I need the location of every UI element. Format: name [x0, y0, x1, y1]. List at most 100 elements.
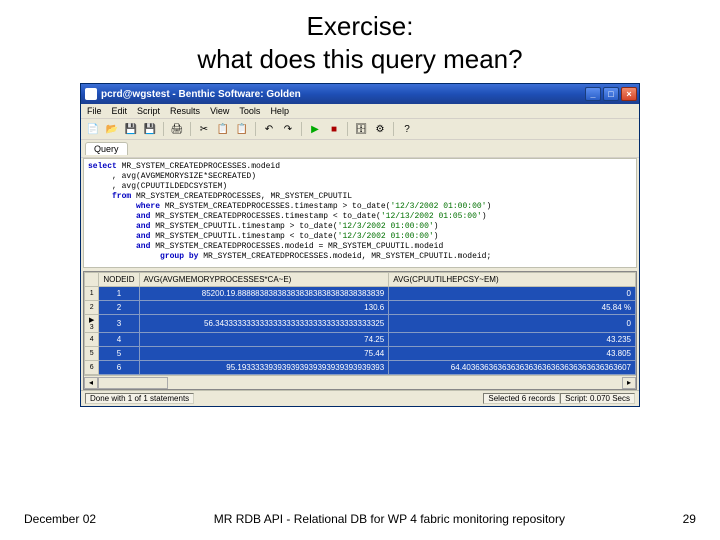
- app-window: pcrd@wgstest - Benthic Software: Golden …: [80, 83, 640, 407]
- sql-kw: and: [88, 242, 155, 251]
- menu-tools[interactable]: Tools: [239, 106, 260, 116]
- cut-icon[interactable]: ✂: [196, 121, 212, 137]
- new-icon[interactable]: 📄: [85, 121, 101, 137]
- row-indicator: 5: [85, 347, 99, 361]
- cell[interactable]: 56.3433333333333333333333333333333333332…: [139, 315, 389, 333]
- window-title: pcrd@wgstest - Benthic Software: Golden: [101, 89, 585, 100]
- sql-text: ): [486, 202, 491, 211]
- undo-icon[interactable]: ↶: [261, 121, 277, 137]
- cell[interactable]: 45.84 %: [389, 301, 636, 315]
- sql-kw: from: [88, 192, 136, 201]
- stop-icon[interactable]: ■: [326, 121, 342, 137]
- sql-kw: and: [88, 212, 155, 221]
- toolbar-separator: [190, 122, 191, 136]
- cell[interactable]: 95.193333393939393939393939393939393: [139, 361, 389, 375]
- cell[interactable]: 85200.19.8888838383838383838383838383838…: [139, 287, 389, 301]
- scroll-left-button[interactable]: ◂: [84, 377, 98, 389]
- sql-text: MR_SYSTEM_CREATEDPROCESSES, MR_SYSTEM_CP…: [136, 192, 352, 201]
- help-icon[interactable]: ?: [399, 121, 415, 137]
- table-row[interactable]: 6695.19333339393939393939393939393939364…: [85, 361, 636, 375]
- sql-text: MR_SYSTEM_CREATEDPROCESSES.timestamp < t…: [155, 212, 381, 221]
- sql-text: MR_SYSTEM_CPUUTIL.timestamp < to_date(: [155, 232, 337, 241]
- save-icon[interactable]: 💾: [123, 121, 139, 137]
- scroll-right-button[interactable]: ▸: [622, 377, 636, 389]
- results-grid[interactable]: NODEID AVG(AVGMEMORYPROCESSES*CA~E) AVG(…: [83, 271, 637, 390]
- query-tab[interactable]: Query: [85, 142, 128, 155]
- paste-icon[interactable]: 📋: [234, 121, 250, 137]
- table-row[interactable]: 22130.645.84 %: [85, 301, 636, 315]
- cell[interactable]: 64.4036363636363636363636363636363636360…: [389, 361, 636, 375]
- cell[interactable]: 74.25: [139, 333, 389, 347]
- cell[interactable]: 5: [99, 347, 139, 361]
- menu-results[interactable]: Results: [170, 106, 200, 116]
- table-row[interactable]: 4474.2543.235: [85, 333, 636, 347]
- menu-view[interactable]: View: [210, 106, 229, 116]
- maximize-button[interactable]: □: [603, 87, 619, 101]
- corner-cell[interactable]: [85, 273, 99, 287]
- col-avgcpu[interactable]: AVG(CPUUTILHEPCSY~EM): [389, 273, 636, 287]
- minimize-button[interactable]: _: [585, 87, 601, 101]
- close-button[interactable]: ×: [621, 87, 637, 101]
- status-timing: Script: 0.070 Secs: [560, 393, 635, 404]
- slide-title: Exercise: what does this query mean?: [0, 0, 720, 83]
- sql-str: '12/13/2002 01:05:00': [381, 212, 482, 221]
- query-tabs-row: Query: [81, 140, 639, 158]
- cell[interactable]: 43.805: [389, 347, 636, 361]
- table-row[interactable]: 5575.4443.805: [85, 347, 636, 361]
- cell[interactable]: 43.235: [389, 333, 636, 347]
- row-indicator: 4: [85, 333, 99, 347]
- row-indicator: 6: [85, 361, 99, 375]
- cell[interactable]: 130.6: [139, 301, 389, 315]
- save-all-icon[interactable]: 💾: [142, 121, 158, 137]
- row-indicator: 2: [85, 301, 99, 315]
- menu-help[interactable]: Help: [270, 106, 289, 116]
- open-icon[interactable]: 📂: [104, 121, 120, 137]
- sql-str: '12/3/2002 01:00:00': [338, 232, 434, 241]
- execute-icon[interactable]: ▶: [307, 121, 323, 137]
- table-row[interactable]: 1185200.19.88888383838383838383838383838…: [85, 287, 636, 301]
- status-records: Selected 6 records: [483, 393, 560, 404]
- sql-kw: and: [88, 222, 155, 231]
- copy-icon[interactable]: 📋: [215, 121, 231, 137]
- sql-text: ): [482, 212, 487, 221]
- sql-text: MR_SYSTEM_CREATEDPROCESSES.modeid = MR_S…: [155, 242, 443, 251]
- cell[interactable]: 3: [99, 315, 139, 333]
- cell[interactable]: 4: [99, 333, 139, 347]
- cell[interactable]: 0: [389, 315, 636, 333]
- scroll-thumb[interactable]: [98, 377, 168, 389]
- toolbar-separator: [163, 122, 164, 136]
- sql-kw: and: [88, 232, 155, 241]
- col-avgmem[interactable]: AVG(AVGMEMORYPROCESSES*CA~E): [139, 273, 389, 287]
- window-controls: _ □ ×: [585, 87, 637, 101]
- toolbar-separator: [301, 122, 302, 136]
- menu-file[interactable]: File: [87, 106, 102, 116]
- col-nodeid[interactable]: NODEID: [99, 273, 139, 287]
- cell[interactable]: 0: [389, 287, 636, 301]
- menu-script[interactable]: Script: [137, 106, 160, 116]
- sql-text: MR_SYSTEM_CREATEDPROCESSES.modeid, MR_SY…: [203, 252, 491, 261]
- results-table: NODEID AVG(AVGMEMORYPROCESSES*CA~E) AVG(…: [84, 272, 636, 375]
- slide-footer: December 02 MR RDB API - Relational DB f…: [0, 512, 720, 526]
- cell[interactable]: 6: [99, 361, 139, 375]
- sql-str: '12/3/2002 01:00:00': [338, 222, 434, 231]
- redo-icon[interactable]: ↷: [280, 121, 296, 137]
- cell[interactable]: 75.44: [139, 347, 389, 361]
- title-line2: what does this query mean?: [197, 44, 522, 74]
- menu-edit[interactable]: Edit: [112, 106, 128, 116]
- horizontal-scrollbar[interactable]: ◂ ▸: [84, 375, 636, 389]
- table-row[interactable]: ▶ 3356.343333333333333333333333333333333…: [85, 315, 636, 333]
- sql-text: MR_SYSTEM_CREATEDPROCESSES.timestamp > t…: [165, 202, 391, 211]
- print-icon[interactable]: 🖨: [169, 121, 185, 137]
- options-icon[interactable]: ⚙: [372, 121, 388, 137]
- sql-str: '12/3/2002 01:00:00': [390, 202, 486, 211]
- sql-text: , avg(AVGMEMORYSIZE*SECREATED): [88, 172, 256, 181]
- sql-text: , avg(CPUUTILDEDCSYSTEM): [88, 182, 227, 191]
- cell[interactable]: 2: [99, 301, 139, 315]
- db-icon[interactable]: 🗄: [353, 121, 369, 137]
- sql-text: MR_SYSTEM_CREATEDPROCESSES.modeid: [122, 162, 280, 171]
- toolbar-separator: [347, 122, 348, 136]
- sql-text: MR_SYSTEM_CPUUTIL.timestamp > to_date(: [155, 222, 337, 231]
- cell[interactable]: 1: [99, 287, 139, 301]
- titlebar[interactable]: pcrd@wgstest - Benthic Software: Golden …: [81, 84, 639, 104]
- sql-editor[interactable]: select MR_SYSTEM_CREATEDPROCESSES.modeid…: [83, 158, 637, 268]
